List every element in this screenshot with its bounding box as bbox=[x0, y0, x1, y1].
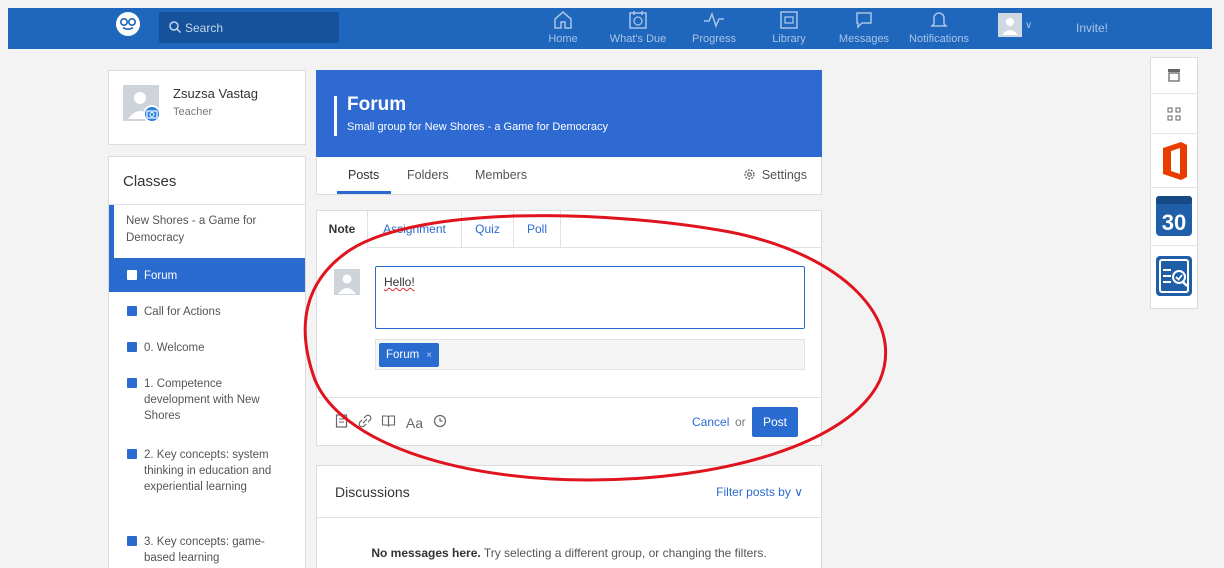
tab-members[interactable]: Members bbox=[475, 168, 527, 182]
search-input[interactable] bbox=[185, 19, 335, 36]
office-icon[interactable] bbox=[1151, 134, 1197, 188]
text-format-icon[interactable]: Aa bbox=[406, 415, 423, 431]
group-tabs: Posts Folders Members Settings bbox=[316, 157, 822, 195]
clock-icon[interactable] bbox=[433, 414, 447, 431]
link-icon[interactable] bbox=[358, 414, 372, 431]
search-icon bbox=[169, 21, 182, 34]
composer-tabs: Note Assignment Quiz Poll bbox=[317, 211, 821, 249]
post-composer: Note Assignment Quiz Poll Hello! Forum × … bbox=[316, 210, 822, 446]
composer-avatar bbox=[334, 269, 360, 295]
sidebar-group-forum[interactable]: Forum bbox=[109, 258, 305, 292]
sidebar-group-call-for-actions[interactable]: Call for Actions bbox=[109, 304, 305, 328]
or-text: or bbox=[735, 415, 746, 429]
cancel-link[interactable]: Cancel bbox=[692, 415, 729, 429]
nav-home[interactable]: Home bbox=[538, 10, 588, 48]
nav-library[interactable]: Library bbox=[764, 10, 814, 48]
sidebar-group-key-concepts-3[interactable]: 3. Key concepts: game-based learning bbox=[109, 534, 305, 568]
group-square-icon bbox=[127, 270, 137, 280]
nav-whats-due[interactable]: What's Due bbox=[603, 10, 673, 48]
page-title: Forum bbox=[347, 94, 407, 115]
filter-posts-dropdown[interactable]: Filter posts by ∨ bbox=[716, 485, 803, 499]
composer-toolbar: Aa bbox=[335, 414, 453, 431]
classes-header: Classes bbox=[109, 157, 305, 205]
camera-icon[interactable] bbox=[143, 105, 161, 123]
tab-folders[interactable]: Folders bbox=[407, 168, 449, 182]
sidebar-group-welcome[interactable]: 0. Welcome bbox=[109, 340, 305, 364]
settings-link[interactable]: Settings bbox=[743, 168, 807, 182]
sidebar-group-competence[interactable]: 1. Competence development with New Shore… bbox=[109, 376, 305, 432]
recipient-chip[interactable]: Forum × bbox=[379, 343, 440, 367]
profile-card: Zsuzsa Vastag Teacher bbox=[108, 70, 306, 145]
calendar-30-icon[interactable]: 30 bbox=[1151, 188, 1197, 246]
post-button[interactable]: Post bbox=[752, 407, 798, 437]
active-tab-indicator bbox=[337, 191, 391, 194]
user-avatar[interactable] bbox=[998, 13, 1022, 37]
group-square-icon bbox=[127, 306, 137, 316]
sidebar-item-current-class[interactable]: New Shores - a Game for Democracy bbox=[109, 205, 305, 258]
profile-name[interactable]: Zsuzsa Vastag bbox=[173, 86, 258, 101]
group-header: Forum Small group for New Shores - a Gam… bbox=[316, 70, 822, 157]
chevron-down-icon: ∨ bbox=[794, 485, 803, 499]
header-accent-bar bbox=[334, 96, 337, 136]
sidebar-group-key-concepts-2[interactable]: 2. Key concepts: system thinking in educ… bbox=[109, 447, 305, 519]
discussions-panel: Discussions Filter posts by ∨ No message… bbox=[316, 465, 822, 568]
group-square-icon bbox=[127, 536, 137, 546]
home-icon bbox=[554, 11, 572, 29]
post-text-input[interactable]: Hello! bbox=[375, 266, 805, 329]
edmodo-logo-icon[interactable] bbox=[116, 12, 140, 36]
invite-link[interactable]: Invite! bbox=[1076, 21, 1108, 35]
store-icon[interactable] bbox=[1151, 58, 1197, 94]
gear-icon bbox=[744, 169, 755, 180]
group-square-icon bbox=[127, 449, 137, 459]
group-square-icon bbox=[127, 342, 137, 352]
search-box[interactable] bbox=[159, 12, 339, 43]
calendar-check-icon bbox=[629, 11, 647, 29]
nav-progress[interactable]: Progress bbox=[684, 10, 744, 48]
tab-note[interactable]: Note bbox=[317, 211, 368, 249]
nav-messages[interactable]: Messages bbox=[834, 10, 894, 48]
app-root: Home What's Due Progress Library Message… bbox=[0, 0, 1224, 568]
calendar-number: 30 bbox=[1162, 210, 1186, 235]
app-rail: 30 bbox=[1150, 57, 1198, 309]
pulse-icon bbox=[704, 11, 724, 29]
bell-icon bbox=[930, 12, 948, 27]
library-icon bbox=[780, 11, 798, 29]
apps-grid-icon[interactable] bbox=[1151, 94, 1197, 134]
discussions-title: Discussions bbox=[335, 484, 410, 500]
tab-poll[interactable]: Poll bbox=[514, 211, 561, 248]
tab-posts[interactable]: Posts bbox=[348, 168, 379, 182]
discussions-header: Discussions Filter posts by ∨ bbox=[317, 466, 821, 518]
tab-quiz[interactable]: Quiz bbox=[462, 211, 514, 248]
classes-sidebar: Classes New Shores - a Game for Democrac… bbox=[108, 156, 306, 568]
empty-state-message: No messages here. Try selecting a differ… bbox=[371, 546, 767, 560]
chevron-down-icon[interactable]: ∨ bbox=[1025, 20, 1032, 31]
composer-footer: Aa Cancel or Post bbox=[317, 397, 821, 445]
quiz-check-icon[interactable] bbox=[1151, 246, 1197, 308]
tab-assignment[interactable]: Assignment bbox=[368, 211, 462, 248]
nav-notifications[interactable]: Notifications bbox=[901, 10, 977, 48]
profile-role: Teacher bbox=[173, 106, 213, 118]
group-square-icon bbox=[127, 378, 137, 388]
remove-recipient-icon[interactable]: × bbox=[426, 350, 432, 361]
attach-file-icon[interactable] bbox=[335, 414, 348, 431]
recipient-field[interactable]: Forum × bbox=[375, 339, 805, 370]
library-book-icon[interactable] bbox=[381, 414, 396, 431]
chat-icon bbox=[856, 12, 872, 29]
top-nav-bar: Home What's Due Progress Library Message… bbox=[8, 8, 1212, 49]
page-subtitle[interactable]: Small group for New Shores - a Game for … bbox=[347, 121, 608, 133]
